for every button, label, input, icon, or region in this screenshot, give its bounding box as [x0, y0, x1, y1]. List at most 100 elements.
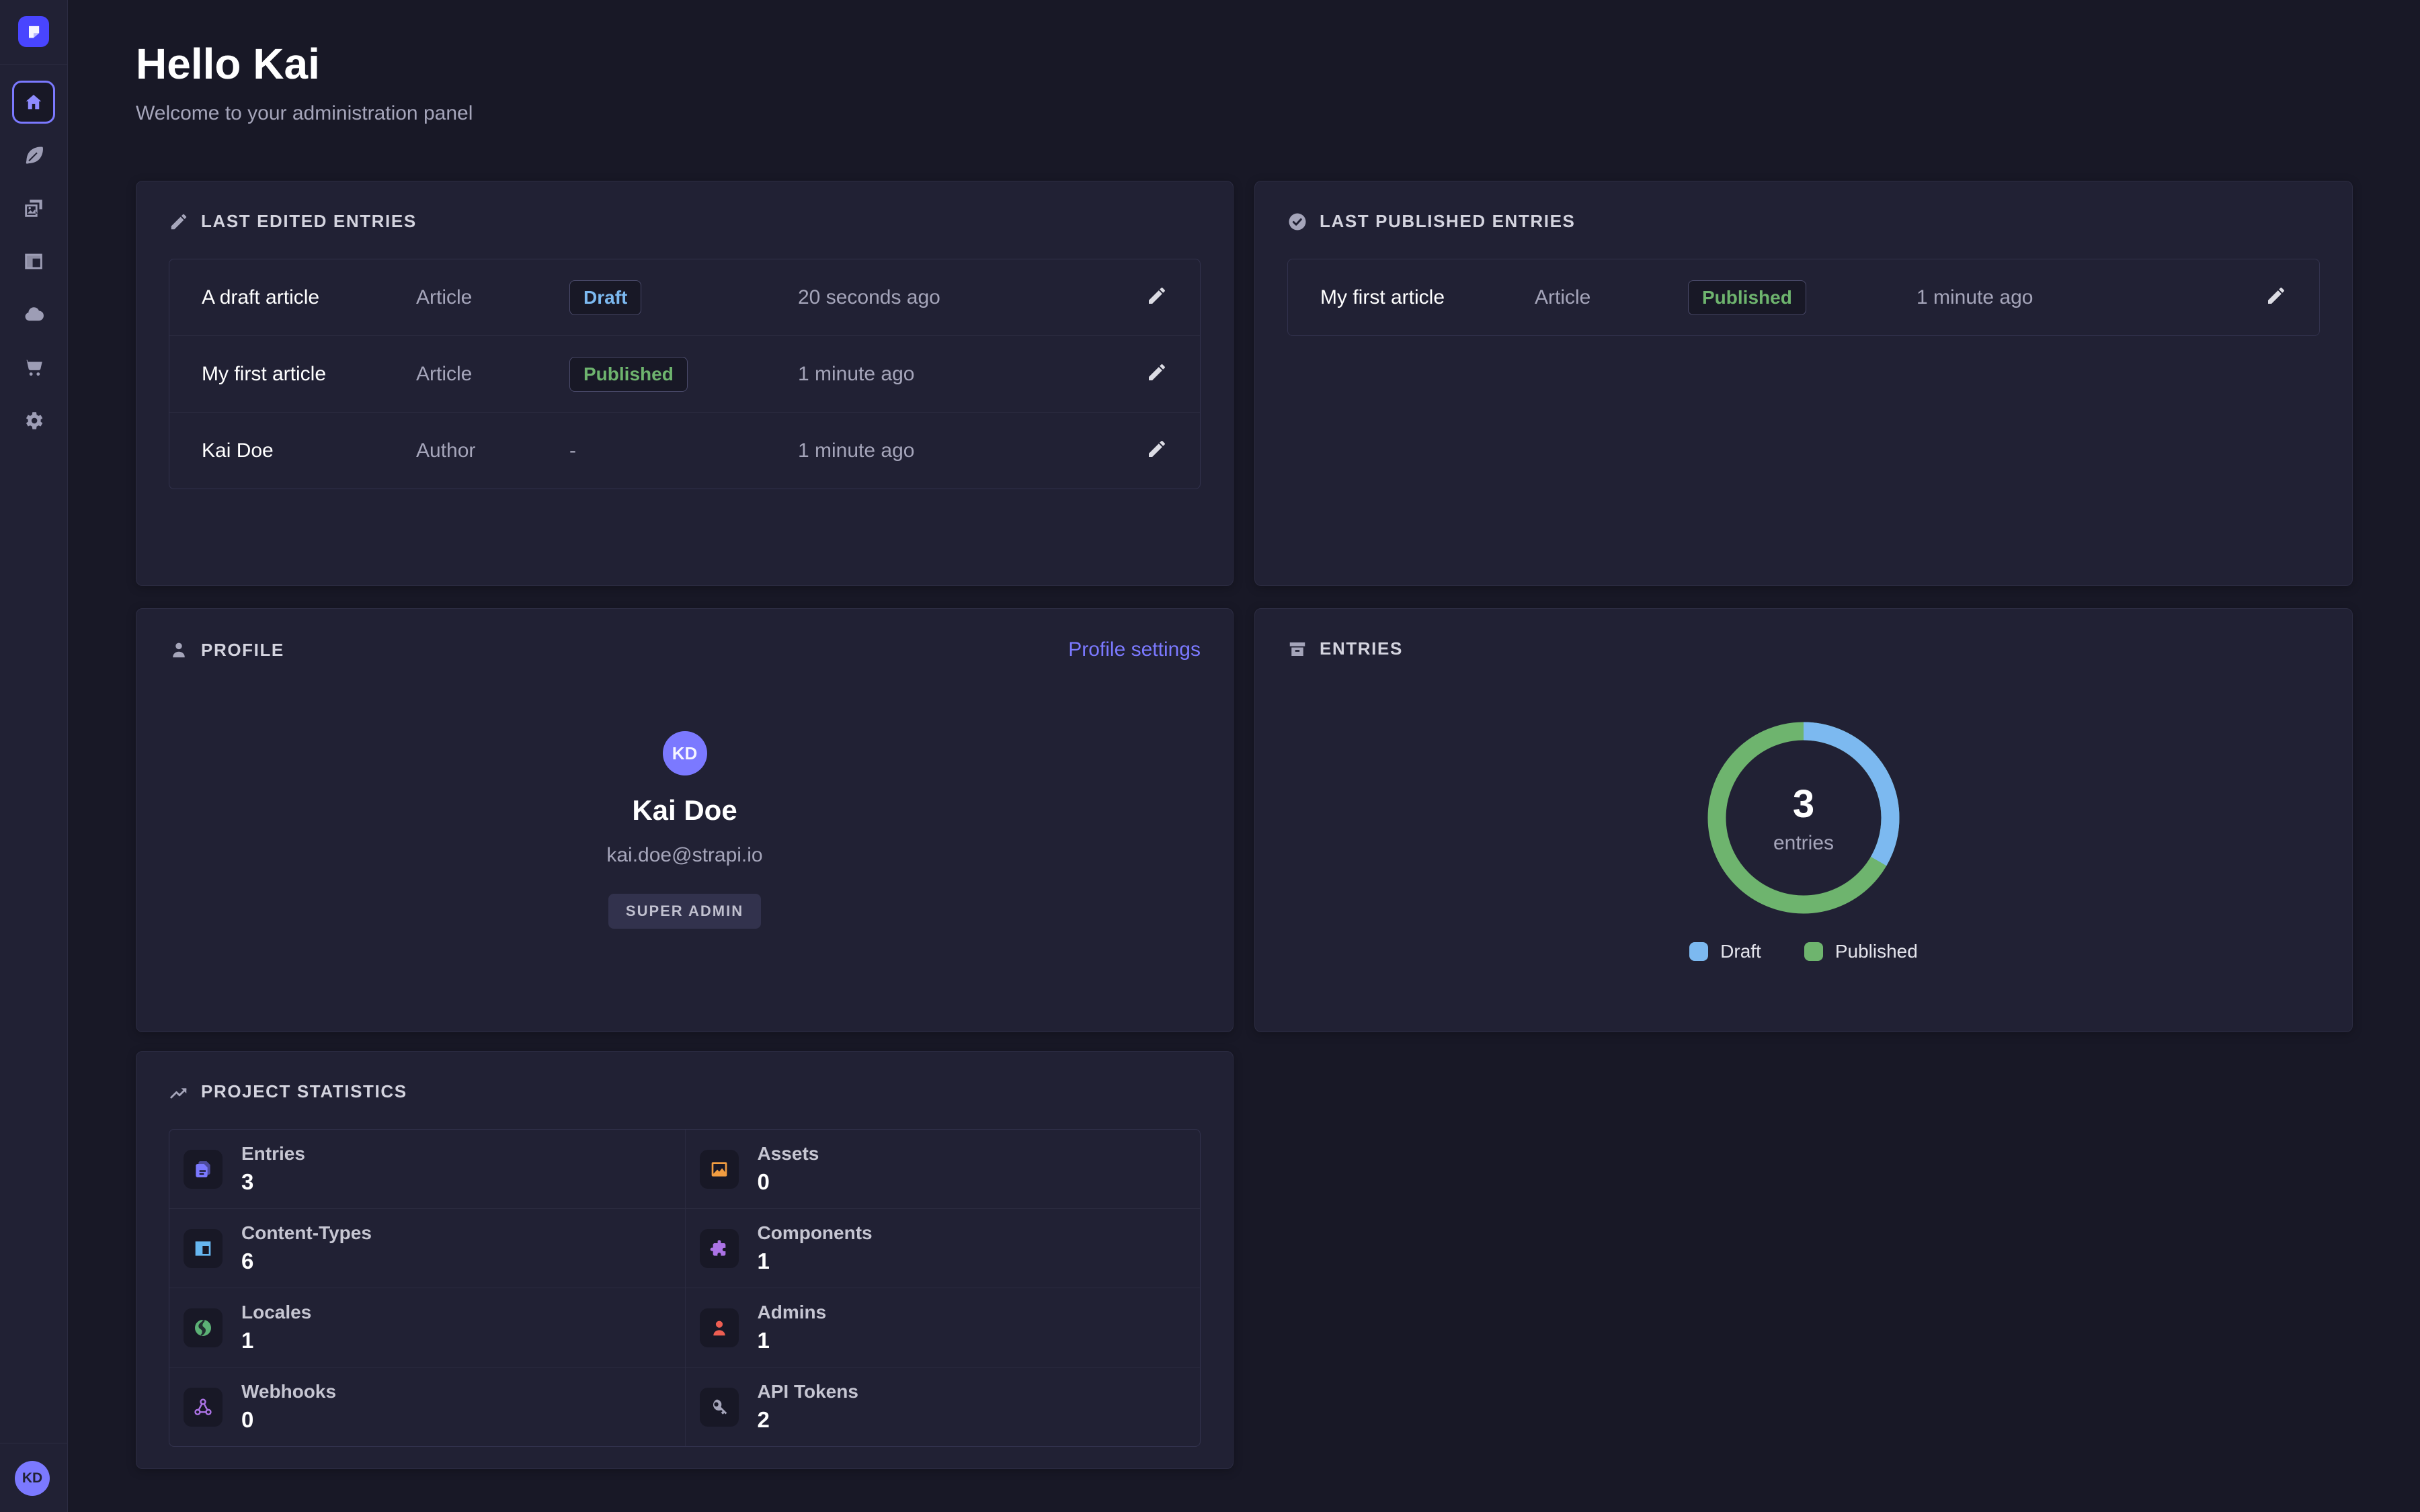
- globe-icon: [184, 1308, 223, 1347]
- stat-value: 0: [241, 1407, 336, 1433]
- stat-label: API Tokens: [758, 1381, 858, 1402]
- stat-value: 6: [241, 1249, 372, 1274]
- puzzle-icon: [700, 1229, 739, 1268]
- entry-type: Article: [1535, 286, 1688, 309]
- entry-time: 20 seconds ago: [798, 286, 1087, 309]
- stat-webhooks: Webhooks 0: [169, 1367, 685, 1446]
- project-statistics-widget: PROJECT STATISTICS Entries 3: [136, 1051, 1234, 1469]
- sidebar-item-settings[interactable]: [0, 394, 67, 447]
- avatar: KD: [663, 731, 707, 775]
- pencil-icon: [169, 212, 189, 232]
- status-empty: -: [569, 439, 576, 462]
- entry-type: Article: [416, 286, 569, 309]
- key-icon: [700, 1388, 739, 1427]
- sidebar-item-media-library[interactable]: [0, 181, 67, 235]
- profile-widget: PROFILE Profile settings KD Kai Doe kai.…: [136, 608, 1234, 1032]
- legend-label: Published: [1835, 941, 1918, 962]
- draft-swatch: [1689, 942, 1708, 961]
- edit-entry-button[interactable]: [2265, 285, 2287, 308]
- feather-icon: [22, 144, 45, 167]
- last-published-table: My first article Article Published 1 min…: [1287, 259, 2320, 336]
- stat-content-types: Content-Types 6: [169, 1208, 685, 1288]
- entry-time: 1 minute ago: [798, 363, 1087, 386]
- stats-table: Entries 3 Assets 0: [169, 1129, 1201, 1447]
- layout-icon: [184, 1229, 223, 1268]
- stat-label: Components: [758, 1222, 873, 1244]
- page-subtitle: Welcome to your administration panel: [136, 102, 473, 125]
- table-row[interactable]: My first article Article Published 1 min…: [169, 335, 1200, 412]
- cart-icon: [22, 356, 45, 379]
- sidebar-item-marketplace[interactable]: [0, 341, 67, 394]
- entries-donut-chart: 3 entries: [1703, 717, 1904, 919]
- entries-widget: ENTRIES 3 entries Draft P: [1254, 608, 2353, 1032]
- legend-label: Draft: [1720, 941, 1761, 962]
- stat-assets: Assets 0: [685, 1130, 1201, 1208]
- pencil-icon: [1146, 285, 1168, 306]
- user-icon: [169, 640, 189, 660]
- sidebar-item-deploy[interactable]: [0, 288, 67, 341]
- edit-entry-button[interactable]: [1146, 285, 1168, 308]
- entry-name: My first article: [202, 363, 416, 386]
- strapi-logo-icon: [24, 22, 43, 41]
- stat-value: 0: [758, 1169, 819, 1195]
- legend-item-published: Published: [1804, 941, 1918, 962]
- published-swatch: [1804, 942, 1823, 961]
- strapi-admin-dashboard: KD Hello Kai Welcome to your administrat…: [0, 0, 2420, 1512]
- sidebar-user-avatar[interactable]: KD: [15, 1461, 50, 1496]
- strapi-logo[interactable]: [18, 16, 49, 47]
- entry-type: Article: [416, 363, 569, 386]
- donut-center-label: 3 entries: [1703, 717, 1904, 919]
- last-edited-table: A draft article Article Draft 20 seconds…: [169, 259, 1201, 489]
- entry-time: 1 minute ago: [1917, 286, 2206, 309]
- stat-entries: Entries 3: [169, 1130, 685, 1208]
- page-title: Hello Kai: [136, 39, 473, 89]
- widget-title: PROJECT STATISTICS: [201, 1081, 407, 1102]
- table-row[interactable]: Kai Doe Author - 1 minute ago: [169, 412, 1200, 489]
- edit-entry-button[interactable]: [1146, 362, 1168, 385]
- widget-title: PROFILE: [201, 640, 284, 661]
- stat-label: Webhooks: [241, 1381, 336, 1402]
- gear-icon: [22, 409, 45, 432]
- layout-icon: [22, 250, 45, 273]
- entries-total: 3: [1793, 782, 1814, 827]
- check-circle-icon: [1287, 212, 1307, 232]
- sidebar-nav: [0, 75, 67, 447]
- last-edited-entries-widget: LAST EDITED ENTRIES A draft article Arti…: [136, 181, 1234, 586]
- entry-name: My first article: [1320, 286, 1535, 309]
- sidebar-item-content-manager[interactable]: [0, 128, 67, 181]
- stat-value: 3: [241, 1169, 305, 1195]
- sidebar-item-home[interactable]: [0, 75, 67, 128]
- widget-header: ENTRIES: [1287, 638, 2320, 659]
- widget-header: PROFILE Profile settings: [169, 638, 1201, 661]
- stat-value: 2: [758, 1407, 858, 1433]
- role-badge: SUPER ADMIN: [608, 894, 761, 929]
- widget-header: PROJECT STATISTICS: [169, 1081, 1201, 1102]
- stat-value: 1: [758, 1249, 873, 1274]
- page-header: Hello Kai Welcome to your administration…: [136, 39, 473, 125]
- entry-name: Kai Doe: [202, 439, 416, 462]
- entry-name: A draft article: [202, 286, 416, 309]
- entry-time: 1 minute ago: [798, 439, 1087, 462]
- stat-value: 1: [241, 1328, 311, 1353]
- webhook-icon: [184, 1388, 223, 1427]
- widget-header: LAST PUBLISHED ENTRIES: [1287, 211, 2320, 232]
- table-row[interactable]: My first article Article Published 1 min…: [1288, 259, 2319, 335]
- profile-settings-link[interactable]: Profile settings: [1068, 638, 1201, 661]
- edit-entry-button[interactable]: [1146, 438, 1168, 462]
- sidebar-item-content-type-builder[interactable]: [0, 235, 67, 288]
- image-icon: [700, 1150, 739, 1189]
- status-badge: Published: [569, 357, 688, 392]
- stat-label: Entries: [241, 1143, 305, 1165]
- stat-label: Admins: [758, 1302, 827, 1323]
- entries-unit: entries: [1773, 832, 1834, 855]
- media-icon: [22, 197, 45, 220]
- donut-legend: Draft Published: [1287, 941, 2320, 962]
- stat-label: Locales: [241, 1302, 311, 1323]
- file-icon: [184, 1150, 223, 1189]
- stat-admins: Admins 1: [685, 1288, 1201, 1367]
- table-row[interactable]: A draft article Article Draft 20 seconds…: [169, 259, 1200, 335]
- stat-components: Components 1: [685, 1208, 1201, 1288]
- person-icon: [700, 1308, 739, 1347]
- stat-label: Content-Types: [241, 1222, 372, 1244]
- stat-locales: Locales 1: [169, 1288, 685, 1367]
